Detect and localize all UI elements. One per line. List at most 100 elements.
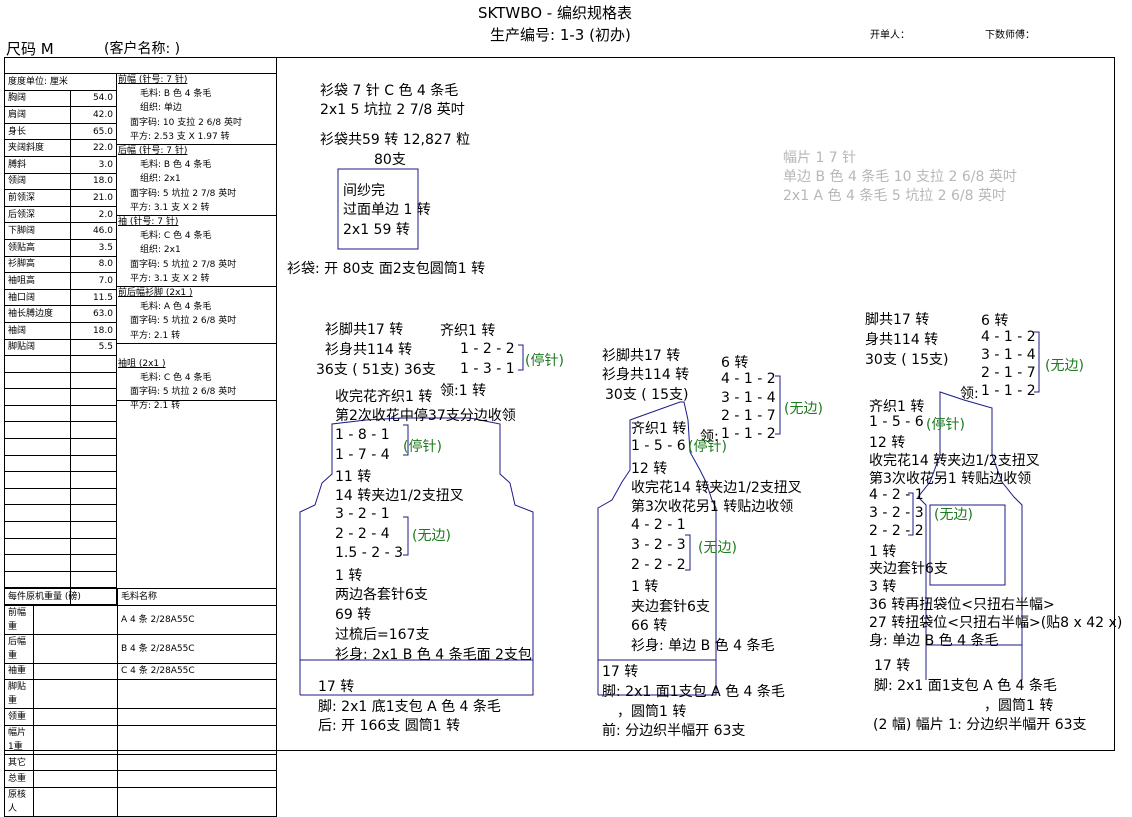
- back-rib-turns: 17 转: [318, 679, 355, 695]
- yarn-name: [117, 786, 277, 817]
- back-cast-on: 后: 开 166支 圆筒1 转: [318, 718, 461, 734]
- piece-neck-label: 领:: [960, 386, 979, 402]
- front-hem-turns: 衫脚共17 转: [602, 348, 681, 364]
- back-body-2: 两边各套针6支: [335, 587, 428, 603]
- weight-label: 总重: [4, 770, 34, 788]
- piece-neck-4: 2 - 1 - 7: [981, 365, 1036, 381]
- piece-body-spec: 身: 单边 B 色 4 条毛: [869, 633, 999, 649]
- front-no-edge: (无边): [784, 401, 823, 417]
- piece-shape-4: 收完花14 转夹边1/2支扭叉: [869, 453, 1040, 469]
- front-neck-3: 3 - 1 - 4: [721, 390, 776, 406]
- bracket: [518, 344, 524, 371]
- back-body-5: 衫身: 2x1 B 色 4 条毛面 2支包: [335, 647, 532, 663]
- front-shape-4: 收完花14 转夹边1/2支扭叉: [631, 480, 802, 496]
- front-stop-needle: (停针): [688, 439, 727, 455]
- back-arm-3: 1.5 - 2 - 3: [335, 545, 403, 561]
- back-shaping-1: 收完花齐织1 转: [335, 389, 433, 405]
- back-hem-turns: 衫脚共17 转: [325, 322, 404, 338]
- front-body-turns: 衫身共114 转: [602, 367, 690, 383]
- back-neck-2: 1 - 2 - 2: [460, 341, 515, 357]
- piece-shape-5: 第3次收花另1 转贴边收领: [869, 471, 1032, 487]
- piece-rib-spec: 脚: 2x1 面1支包 A 色 4 条毛: [874, 678, 1057, 694]
- piece-arm-2: 3 - 2 - 3: [869, 505, 924, 521]
- back-dec-4: 14 转夹边1/2支扭叉: [335, 488, 464, 504]
- back-neck-1: 齐织1 转: [440, 323, 496, 339]
- cuff-line-3: 衫袋共59 转 12,827 粒: [320, 132, 471, 148]
- piece-neck-1: 6 转: [981, 313, 1009, 329]
- table-row: 总重: [4, 770, 277, 788]
- cuff-line-1: 衫袋 7 针 C 色 4 条毛: [320, 83, 459, 99]
- back-body-3: 69 转: [335, 607, 372, 623]
- front-body-4: 衫身: 单边 B 色 4 条毛: [631, 638, 775, 654]
- piece-pocket-1: 36 转再扭袋位<只扭右半幅>: [869, 597, 1055, 613]
- front-shape-1: 齐织1 转: [631, 421, 687, 437]
- cuff-inner-1: 间纱完: [343, 183, 385, 199]
- back-body-1: 1 转: [335, 568, 363, 584]
- front-shape-3: 12 转: [631, 461, 668, 477]
- table-row: 原核人: [4, 786, 277, 817]
- weight-label: 原核人: [4, 786, 34, 817]
- front-shape-2: 1 - 5 - 6: [631, 438, 686, 454]
- front-body-3: 66 转: [631, 618, 668, 634]
- piece-shape-2: 1 - 5 - 6: [869, 414, 924, 430]
- front-rib-spec: 脚: 2x1 面1支包 A 色 4 条毛: [602, 684, 785, 700]
- back-neck-turn: 领:1 转: [440, 383, 487, 399]
- front-neck-4: 2 - 1 - 7: [721, 408, 776, 424]
- piece-stitches: 30支 ( 15支): [865, 352, 949, 368]
- back-stop-needle-2: (停针): [403, 439, 442, 455]
- piece-no-edge: (无边): [1045, 358, 1084, 374]
- back-shaping-2: 第2次收花中停37支分边收领: [335, 408, 516, 424]
- piece-body-turns: 身共114 转: [865, 332, 939, 348]
- piece-neck-3: 3 - 1 - 4: [981, 347, 1036, 363]
- front-cast-on: 前: 分边织半幅开 63支: [602, 723, 746, 739]
- piece-rib-turns: 17 转: [874, 658, 911, 674]
- piece-no-edge-2: (无边): [934, 507, 973, 523]
- back-rib-spec: 脚: 2x1 底1支包 A 色 4 条毛: [318, 699, 501, 715]
- back-dec-2: 1 - 7 - 4: [335, 447, 390, 463]
- piece-hem-turns: 脚共17 转: [865, 312, 930, 328]
- front-neck-5: 1 - 1 - 2: [721, 426, 776, 442]
- front-no-edge-2: (无边): [698, 540, 737, 556]
- piece-body-2: 夹边套针6支: [869, 561, 948, 577]
- piece-neck-5: 1 - 1 - 2: [981, 383, 1036, 399]
- front-arm-3: 2 - 2 - 2: [631, 557, 686, 573]
- back-body-turns: 衫身共114 转: [325, 342, 413, 358]
- back-arm-1: 3 - 2 - 1: [335, 506, 390, 522]
- piece-stop-needle: (停针): [926, 417, 965, 433]
- back-dec-3: 11 转: [335, 469, 372, 485]
- back-body-4: 过梳后=167支: [335, 627, 430, 643]
- back-stitches: 36支 ( 51支) 36支: [316, 362, 436, 378]
- front-neck-2: 4 - 1 - 2: [721, 371, 776, 387]
- piece-note-2: 单边 B 色 4 条毛 10 支拉 2 6/8 英吋: [783, 169, 1017, 185]
- table-row: 其它: [4, 753, 277, 772]
- piece-body-3: 3 转: [869, 579, 897, 595]
- weight-label: 其它: [4, 753, 34, 772]
- back-no-edge: (无边): [412, 528, 451, 544]
- front-body-2: 夹边套针6支: [631, 599, 710, 615]
- back-stop-needle: (停针): [525, 353, 564, 369]
- piece-shape-3: 12 转: [869, 435, 906, 451]
- piece-note-3: 2x1 A 色 4 条毛 5 坑拉 2 6/8 英吋: [783, 188, 1006, 204]
- front-stitches: 30支 ( 15支): [605, 387, 689, 403]
- back-neck-3: 1 - 3 - 1: [460, 361, 515, 377]
- piece-pocket-2: 27 转扭袋位<只扭右半幅>(贴8 x 42 x): [869, 615, 1123, 631]
- piece-note-1: 幅片 1 7 针: [783, 150, 857, 166]
- weight-value: [33, 753, 118, 772]
- weight-value: [33, 770, 118, 788]
- bracket: [403, 516, 409, 556]
- weight-value: [33, 786, 118, 817]
- cuff-inner-2: 过面单边 1 转: [343, 202, 431, 218]
- yarn-name: [117, 770, 277, 788]
- front-arm-2: 3 - 2 - 3: [631, 537, 686, 553]
- cuff-line-2: 2x1 5 坑拉 2 7/8 英吋: [320, 102, 465, 118]
- piece-arm-3: 2 - 2 - 2: [869, 523, 924, 539]
- piece-shape-1: 齐织1 转: [869, 399, 925, 415]
- front-shape-5: 第3次收花另1 转贴边收领: [631, 499, 794, 515]
- cuff-inner-3: 2x1 59 转: [343, 222, 410, 238]
- back-dec-1: 1 - 8 - 1: [335, 427, 390, 443]
- front-body-1: 1 转: [631, 579, 659, 595]
- back-arm-2: 2 - 2 - 4: [335, 526, 390, 542]
- yarn-name: [117, 753, 277, 772]
- piece-tube: ，圆筒1 转: [984, 698, 1054, 714]
- piece-neck-2: 4 - 1 - 2: [981, 329, 1036, 345]
